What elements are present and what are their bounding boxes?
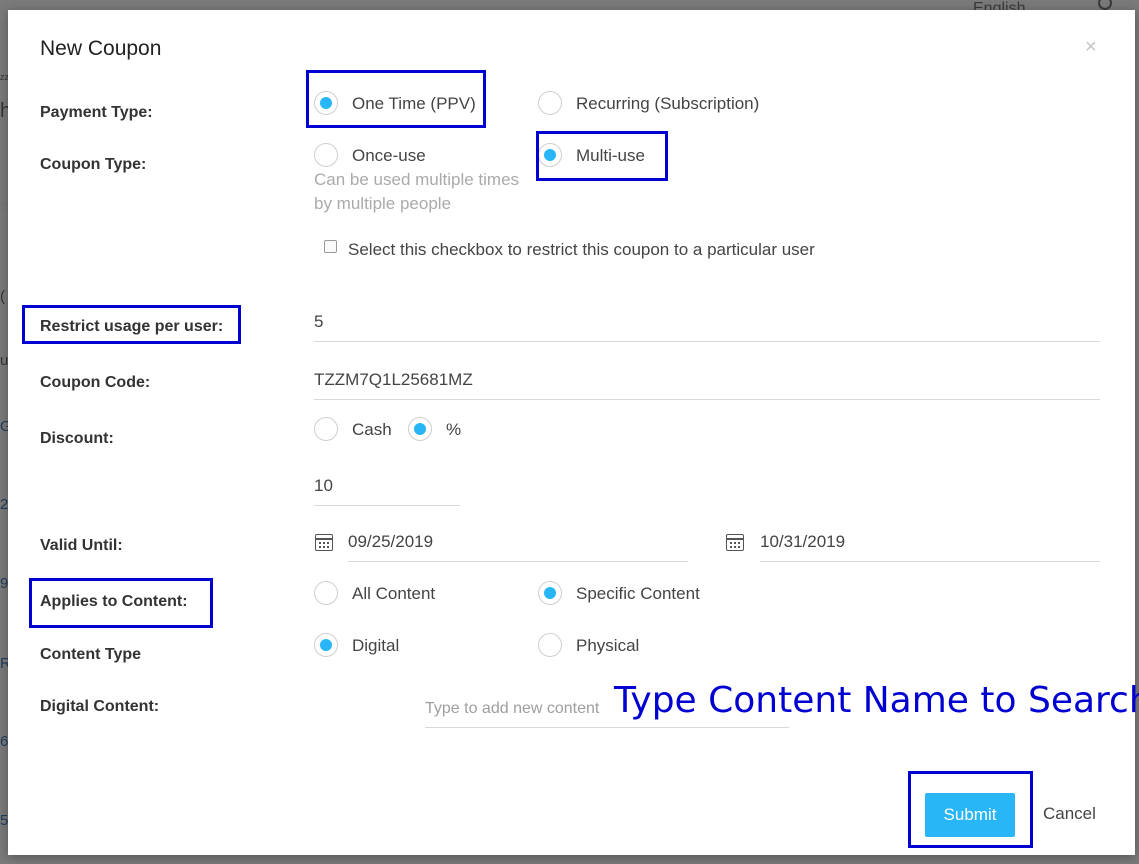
valid-from-date-input[interactable]: 09/25/2019 — [348, 528, 688, 562]
bg-text: ( — [0, 288, 5, 305]
radio-digital-label: Digital — [352, 636, 400, 655]
hint-line: Can be used multiple times — [314, 170, 520, 189]
search-icon[interactable] — [1098, 0, 1112, 10]
coupon-type-label: Coupon Type: — [40, 156, 147, 173]
calendar-icon[interactable] — [315, 534, 333, 551]
close-icon[interactable]: × — [1085, 36, 1097, 59]
coupon-code-label: Coupon Code: — [40, 374, 151, 391]
hint-line: by multiple people — [314, 194, 452, 213]
coupon-type-hint: Can be used multiple times by multiple p… — [314, 168, 519, 216]
radio-once-use[interactable] — [314, 143, 338, 167]
valid-until-date-input[interactable]: 10/31/2019 — [760, 528, 1100, 562]
restrict-user-checkbox[interactable] — [324, 240, 337, 253]
radio-specific-content-label: Specific Content — [576, 584, 700, 603]
calendar-icon[interactable] — [726, 534, 744, 551]
annotation-box — [29, 578, 213, 628]
coupon-code-input[interactable]: TZZM7Q1L25681MZ — [314, 366, 1100, 400]
radio-digital[interactable] — [314, 633, 338, 657]
radio-all-content[interactable] — [314, 581, 338, 605]
radio-percent[interactable] — [408, 417, 432, 441]
radio-once-use-label: Once-use — [352, 146, 426, 165]
annotation-text: Type Content Name to Search — [614, 680, 1139, 721]
radio-specific-content[interactable] — [538, 581, 562, 605]
cancel-button[interactable]: Cancel — [1043, 804, 1096, 824]
radio-recurring[interactable] — [538, 91, 562, 115]
radio-percent-label: % — [446, 420, 462, 439]
radio-physical[interactable] — [538, 633, 562, 657]
radio-cash[interactable] — [314, 417, 338, 441]
annotation-box — [536, 131, 668, 181]
restrict-usage-input[interactable]: 5 — [314, 308, 1100, 342]
discount-value-input[interactable]: 10 — [314, 472, 460, 506]
content-type-label: Content Type — [40, 646, 142, 663]
radio-physical-label: Physical — [576, 636, 640, 655]
annotation-box — [306, 70, 486, 128]
discount-label: Discount: — [40, 430, 114, 447]
valid-until-label: Valid Until: — [40, 537, 123, 554]
payment-type-label: Payment Type: — [40, 104, 153, 121]
annotation-box — [908, 771, 1033, 848]
radio-all-content-label: All Content — [352, 584, 436, 603]
digital-content-label: Digital Content: — [40, 698, 160, 715]
annotation-box — [22, 305, 241, 344]
new-coupon-modal: New Coupon × Payment Type: One Time (PPV… — [8, 10, 1139, 855]
radio-recurring-label: Recurring (Subscription) — [576, 94, 760, 113]
modal-title: New Coupon — [40, 37, 162, 60]
digital-content-placeholder: Type to add new content — [425, 700, 600, 717]
restrict-user-checkbox-label: Select this checkbox to restrict this co… — [348, 240, 815, 259]
radio-cash-label: Cash — [352, 420, 392, 439]
